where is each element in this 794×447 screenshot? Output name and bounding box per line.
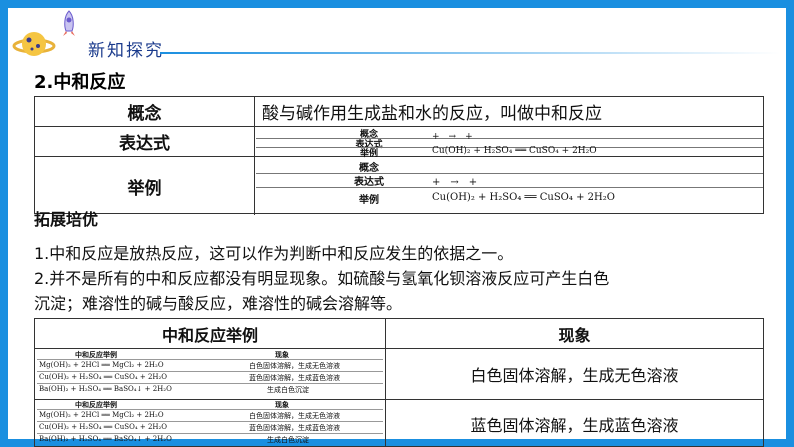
header-observations: 现象 <box>558 326 591 345</box>
header-examples: 中和反应举例 <box>161 326 258 345</box>
extension-point-1: 1.中和反应是放热反应，这可以作为判断中和反应发生的依据之一。 <box>34 244 514 263</box>
mini2-example-label: 举例 <box>359 195 379 206</box>
mini-example-value: Cu(OH)₂ + H₂SO₄ ══ CuSO₄ + 2H₂O <box>432 146 597 156</box>
example-mini-table: 概念 表达式 + → + 举例 Cu(OH)₂ + H₂SO₄ ══ CuSO₄… <box>256 157 763 215</box>
section-title: 2.中和反应 <box>34 72 126 93</box>
mini2-expression-value: + → + <box>432 177 478 188</box>
header-title: 新知探究 <box>88 41 164 61</box>
slide-frame-top <box>0 0 794 8</box>
extension-title: 拓展培优 <box>34 210 99 229</box>
mini2-concept-label: 概念 <box>359 163 379 174</box>
mini2-example-value: Cu(OH)₂ + H₂SO₄ ══ CuSO₄ + 2H₂O <box>432 192 615 203</box>
expression-row: 表达式 概念 表达式 + → + 举例 Cu(OH)₂ + H₂SO₄ ══ C… <box>35 127 763 159</box>
slide-frame-left <box>0 0 8 447</box>
rocket-icon <box>63 10 75 36</box>
observation-2: 蓝色固体溶解，生成蓝色溶液 <box>470 416 679 435</box>
concept-value: 酸与碱作用生成盐和水的反应，叫做中和反应 <box>262 104 602 124</box>
planet-icon <box>12 32 56 56</box>
expression-label: 表达式 <box>35 127 255 156</box>
concept-label: 概念 <box>35 97 255 126</box>
header-underline <box>160 52 780 54</box>
concept-row: 概念 酸与碱作用生成盐和水的反应，叫做中和反应 <box>35 97 763 127</box>
table-header: 中和反应举例 现象 <box>35 319 763 349</box>
expression-mini-table: 概念 表达式 + → + 举例 Cu(OH)₂ + H₂SO₄ ══ CuSO₄… <box>256 127 763 159</box>
observation-1: 白色固体溶解，生成无色溶液 <box>470 366 679 385</box>
mini2-expression-label: 表达式 <box>354 177 384 188</box>
extension-point-2: 2.并不是所有的中和反应都没有明显现象。如硫酸与氢氧化钡溶液反应可产生白色 <box>34 269 610 288</box>
extension-point-2-cont: 沉淀；难溶性的碱与酸反应，难溶性的碱会溶解等。 <box>34 294 403 313</box>
slide-frame-right <box>786 0 794 447</box>
concept-table: 概念 酸与碱作用生成盐和水的反应，叫做中和反应 表达式 概念 表达式 + → +… <box>34 96 764 215</box>
mini-expression-value: + → + <box>432 132 473 142</box>
neutralization-examples-table: 中和反应举例 现象 中和反应举例 现象 Mg(OH)₂ + 2HCl ══ Mg… <box>34 318 764 447</box>
example-row: 举例 概念 表达式 + → + 举例 Cu(OH)₂ + H₂SO₄ ══ Cu… <box>35 157 763 215</box>
